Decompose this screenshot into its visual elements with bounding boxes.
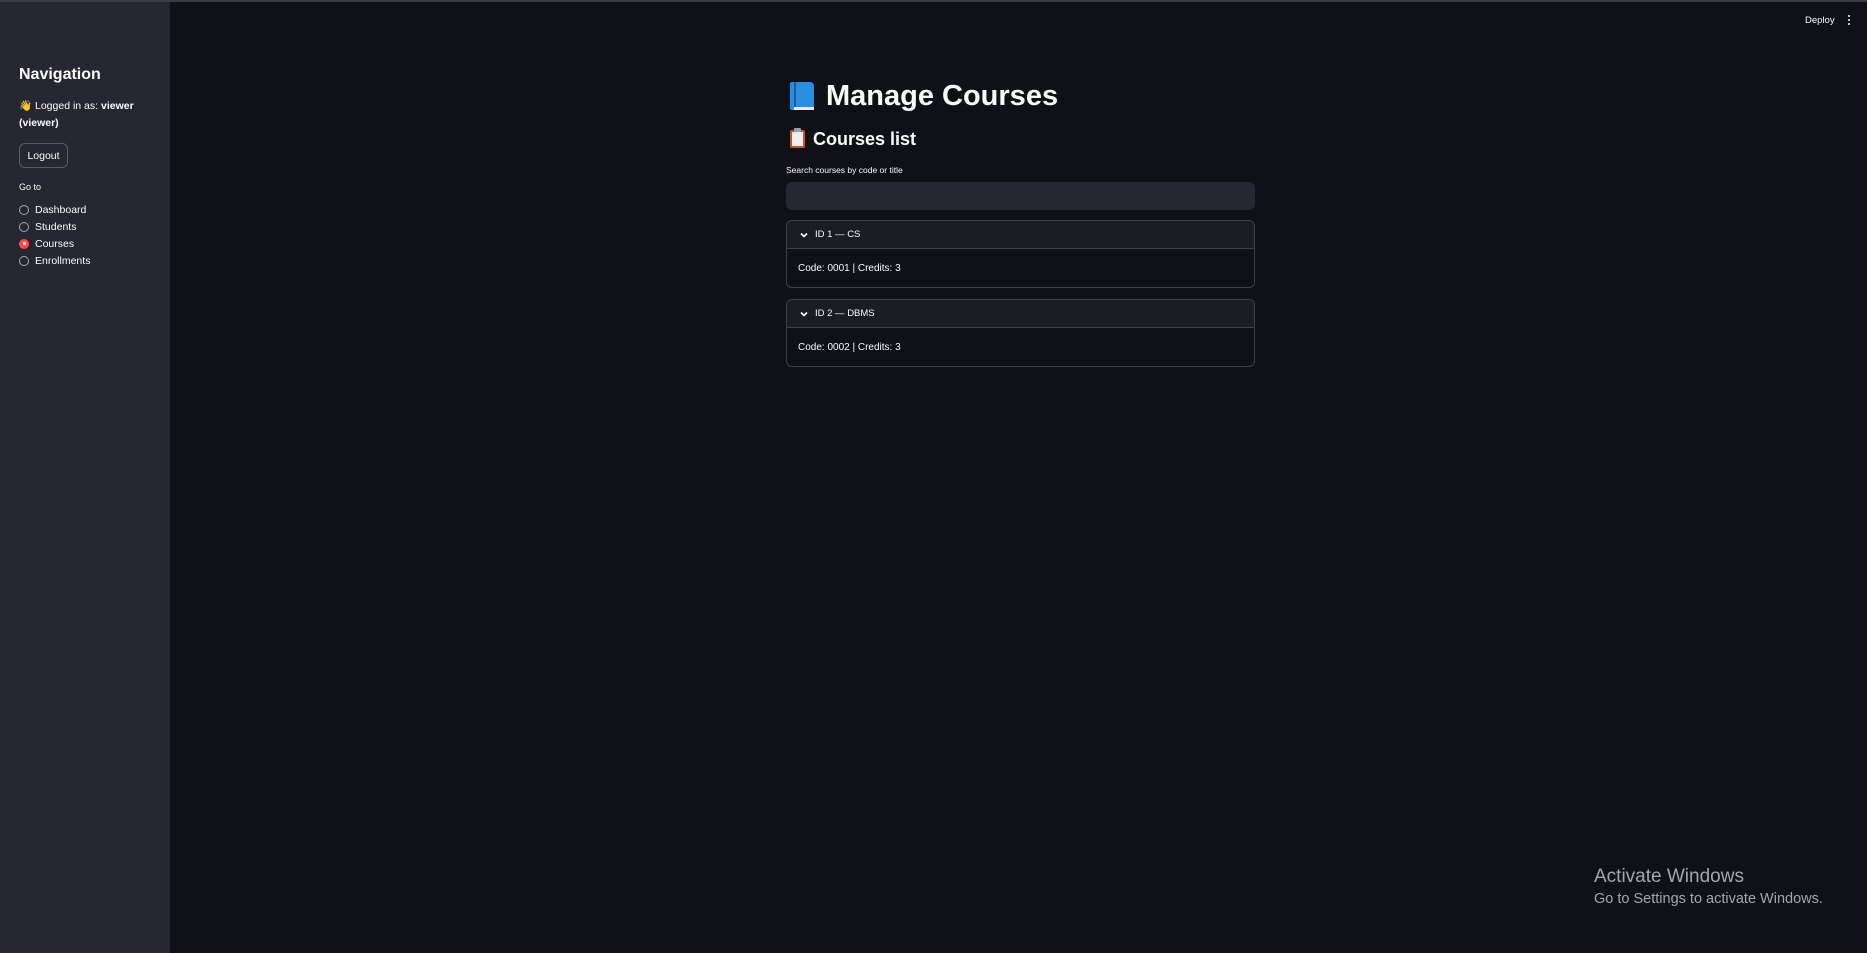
section-title-text: Courses list xyxy=(813,128,917,149)
radio-icon xyxy=(19,204,29,215)
chevron-down-icon xyxy=(800,232,808,238)
nav-option-enrollments[interactable]: Enrollments xyxy=(19,252,90,269)
sidebar-title: Navigation xyxy=(19,66,101,83)
clipboard-icon xyxy=(790,128,805,148)
expander-header[interactable]: ID 2 — DBMS xyxy=(787,300,1254,328)
radio-checked-icon xyxy=(19,238,29,249)
app-window: Navigation 👋 Logged in as: viewer (viewe… xyxy=(0,0,1867,953)
search-input[interactable] xyxy=(786,182,1255,210)
course-expander: ID 1 — CS Code: 0001 | Credits: 3 xyxy=(786,220,1255,288)
expander-header-label: ID 1 — CS xyxy=(815,229,861,240)
watermark-subtitle: Go to Settings to activate Windows. xyxy=(1594,891,1823,907)
waving-hand-icon: 👋 xyxy=(19,100,33,112)
radio-icon xyxy=(19,221,29,232)
nav-option-label: Courses xyxy=(35,237,75,250)
expander-body: Code: 0001 | Credits: 3 xyxy=(798,262,901,274)
deploy-button[interactable]: Deploy xyxy=(1805,15,1835,26)
radio-icon xyxy=(19,255,29,266)
sidebar: Navigation 👋 Logged in as: viewer (viewe… xyxy=(0,2,170,953)
course-expander: ID 2 — DBMS Code: 0002 | Credits: 3 xyxy=(786,299,1255,367)
nav-option-label: Enrollments xyxy=(35,254,91,267)
search-label: Search courses by code or title xyxy=(786,165,903,175)
watermark-title: Activate Windows xyxy=(1594,866,1744,887)
expander-header-label: ID 2 — DBMS xyxy=(815,308,875,319)
page-title-text: Manage Courses xyxy=(826,79,1059,112)
chevron-down-icon xyxy=(800,311,808,317)
nav-option-label: Dashboard xyxy=(35,203,87,216)
expander-header[interactable]: ID 1 — CS xyxy=(787,221,1254,249)
login-prefix: Logged in as: xyxy=(35,100,99,112)
nav-option-label: Students xyxy=(35,220,77,233)
nav-option-dashboard[interactable]: Dashboard xyxy=(19,201,90,218)
blue-book-icon xyxy=(790,82,814,110)
main-content: Manage Courses Courses list Search cours… xyxy=(786,75,1255,367)
nav-option-students[interactable]: Students xyxy=(19,218,90,235)
section-title: Courses list xyxy=(786,127,1255,151)
login-role: (viewer) xyxy=(19,117,59,129)
goto-label: Go to xyxy=(19,182,42,192)
windows-activation-watermark: Activate Windows Go to Settings to activ… xyxy=(1594,866,1823,907)
login-status: 👋 Logged in as: viewer (viewer) xyxy=(19,98,159,132)
nav-radio-group: Dashboard Students Courses Enrollments xyxy=(19,201,90,269)
page-title: Manage Courses xyxy=(786,75,1255,117)
top-border xyxy=(0,0,1867,2)
kebab-menu-icon[interactable] xyxy=(1846,15,1852,27)
expander-body: Code: 0002 | Credits: 3 xyxy=(798,341,901,353)
logout-button[interactable]: Logout xyxy=(19,143,68,168)
nav-option-courses[interactable]: Courses xyxy=(19,235,90,252)
login-username: viewer xyxy=(100,100,134,112)
